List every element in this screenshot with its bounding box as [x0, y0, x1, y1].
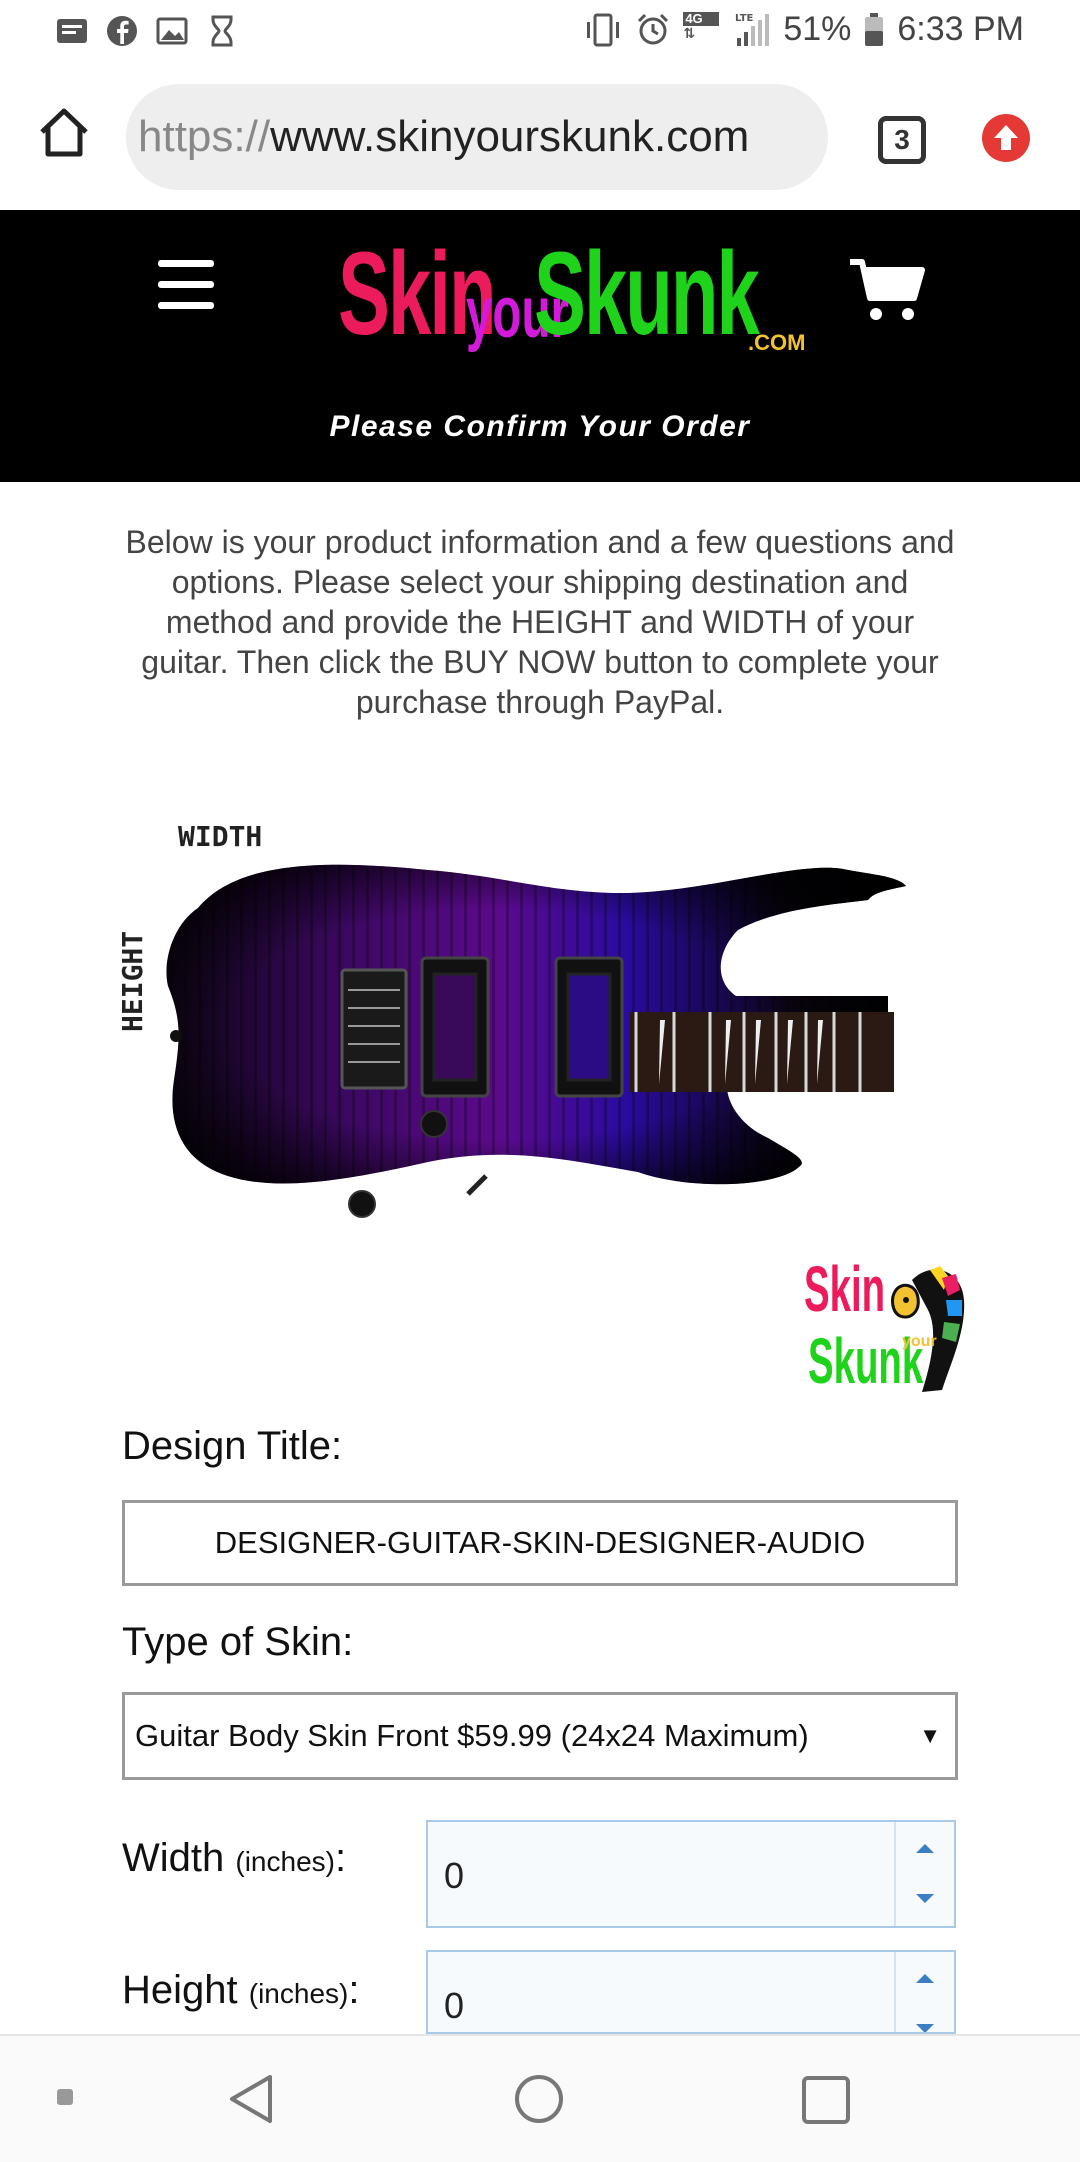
width-unit: (inches) — [235, 1846, 335, 1877]
skunk-mascot-icon: your — [891, 1266, 965, 1392]
recents-icon[interactable] — [800, 2074, 852, 2126]
chevron-down-icon — [916, 2024, 934, 2032]
home-icon[interactable] — [36, 104, 92, 160]
site-header: Skin your Skunk .COM Please Confirm Your… — [0, 210, 1080, 482]
arrow-up-icon — [994, 125, 1018, 150]
height-unit: (inches) — [248, 1978, 349, 2009]
browser-toolbar: https://www.skinyourskunk.com 3 — [0, 64, 1080, 210]
network-type: 4G ⇅ — [683, 11, 720, 48]
logo-com-text: .COM — [748, 330, 806, 355]
height-spinner — [894, 1952, 954, 2032]
status-bar: 4G ⇅ LTE 51% 6:33 PM — [0, 0, 1080, 64]
width-decrement-button[interactable] — [896, 1874, 954, 1926]
system-navigation-bar — [0, 2034, 1080, 2162]
guitar-image: WIDTH HEIGHT Skin Skunk your — [116, 820, 968, 1400]
height-increment-button[interactable] — [896, 1952, 954, 2004]
menu-icon[interactable] — [158, 260, 214, 310]
url-host: www.skinyourskunk.com — [270, 112, 750, 161]
page-heading: Please Confirm Your Order — [329, 410, 751, 443]
height-label: Height (inches): — [122, 1968, 360, 2012]
home-circle-icon[interactable] — [512, 2072, 566, 2126]
width-increment-button[interactable] — [896, 1822, 954, 1874]
width-dimension-label: WIDTH — [178, 820, 263, 853]
skin-type-select[interactable]: Guitar Body Skin Front $59.99 (24x24 Max… — [122, 1692, 958, 1780]
url-scheme: https:// — [138, 112, 271, 161]
logo-skunk-text: Skunk — [534, 228, 760, 360]
clock: 6:33 PM — [897, 10, 1024, 48]
width-value: 0 — [444, 1855, 465, 1896]
alarm-icon — [638, 13, 669, 44]
design-title-label: Design Title: — [122, 1424, 343, 1468]
battery-percent: 51% — [783, 10, 852, 48]
url-bar[interactable]: https://www.skinyourskunk.com — [126, 84, 828, 190]
site-logo[interactable]: Skin your Skunk .COM — [338, 226, 805, 366]
width-spinner — [894, 1822, 954, 1926]
badge-your-text: your — [902, 1333, 937, 1350]
height-value: 0 — [444, 1985, 465, 2026]
skin-type-label: Type of Skin: — [122, 1620, 354, 1664]
height-input[interactable]: 0 — [426, 1950, 956, 2034]
hourglass-icon — [211, 15, 233, 47]
vibrate-icon — [587, 13, 620, 46]
dropdown-arrow-icon: ▼ — [919, 1723, 941, 1748]
height-dimension-label: HEIGHT — [116, 930, 149, 1032]
width-input[interactable]: 0 — [426, 1820, 956, 1928]
back-icon[interactable] — [226, 2072, 276, 2126]
height-decrement-button[interactable] — [896, 2004, 954, 2032]
chevron-down-icon — [916, 1894, 934, 1903]
status-left-icons — [55, 14, 239, 48]
tab-switcher-button[interactable]: 3 — [878, 116, 926, 164]
battery-icon — [865, 12, 884, 46]
status-right-icons: 4G ⇅ LTE 51% 6:33 PM — [583, 10, 1024, 49]
intro-text: Below is your product information and a … — [125, 524, 955, 720]
signal-icon: LTE — [735, 13, 770, 46]
chevron-up-icon — [916, 1844, 934, 1853]
chevron-up-icon — [916, 1974, 934, 1983]
cart-icon[interactable] — [848, 254, 926, 326]
width-label: Width (inches): — [122, 1836, 347, 1880]
notification-icon — [57, 19, 87, 43]
update-button[interactable] — [982, 114, 1030, 162]
facebook-icon — [107, 16, 137, 46]
image-icon — [156, 17, 188, 45]
skin-your-skunk-badge: Skin Skunk your — [804, 1252, 965, 1404]
badge-skin-text: Skin — [804, 1253, 886, 1325]
design-title-field[interactable]: DESIGNER-GUITAR-SKIN-DESIGNER-AUDIO — [122, 1500, 958, 1586]
skin-type-selected: Guitar Body Skin Front $59.99 (24x24 Max… — [135, 1718, 809, 1753]
menu-dot-icon[interactable] — [56, 2088, 74, 2106]
svg-text:LTE: LTE — [735, 13, 754, 24]
url-text: https://www.skinyourskunk.com — [138, 84, 750, 190]
